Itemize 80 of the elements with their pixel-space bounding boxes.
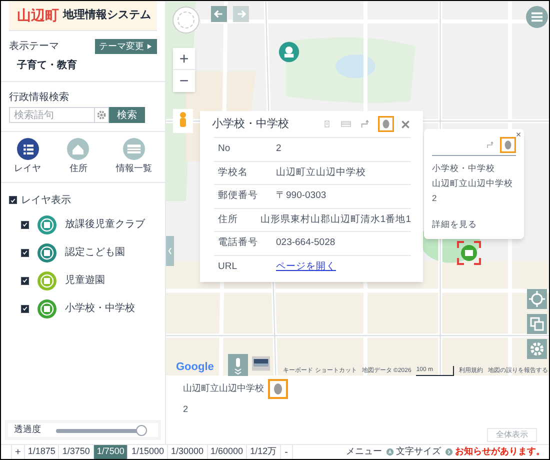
kindergarten-marker-icon <box>278 41 300 63</box>
field-value: 〒990-0303 <box>276 189 326 204</box>
footer-link[interactable]: メニュー <box>346 445 382 459</box>
scale-option[interactable]: 1/15000 <box>128 445 168 459</box>
field-label: 学校名 <box>217 166 249 180</box>
field-value: 023-664-5028 <box>276 236 336 250</box>
checkbox[interactable] <box>21 276 29 284</box>
checkbox[interactable] <box>21 304 29 312</box>
pin-icon[interactable] <box>378 116 394 132</box>
search-field[interactable]: 検索語句 <box>9 107 95 123</box>
selected-school-marker-icon[interactable] <box>457 241 481 265</box>
tooltip-number: 2 <box>432 192 438 204</box>
field-label: 郵便番号 <box>217 189 259 204</box>
street-view-toggle-icon[interactable] <box>228 354 248 376</box>
scale-option[interactable]: 1/60000 <box>208 445 248 459</box>
zoom-in-button[interactable]: + <box>11 445 25 459</box>
settings-icon[interactable] <box>527 339 547 359</box>
pin-icon[interactable] <box>500 137 516 153</box>
layer-label: 放課後児童クラブ <box>65 218 145 232</box>
scale-option[interactable]: 1/7500 <box>94 445 128 459</box>
footer-link[interactable]: お知らせがあります。 <box>445 445 545 459</box>
theme-label: 表示テーマ <box>9 40 60 54</box>
field-label: URL <box>217 260 238 274</box>
layer-label: 小学校・中学校 <box>65 302 135 316</box>
pin-icon[interactable] <box>268 379 288 399</box>
document-icon[interactable] <box>322 119 332 129</box>
checkbox[interactable] <box>9 196 17 204</box>
checkbox[interactable] <box>21 248 29 256</box>
scale-option[interactable]: 1/12万 <box>247 445 281 459</box>
field-label: 電話番号 <box>217 236 259 250</box>
route-icon[interactable] <box>486 140 496 150</box>
town-name: 山辺町 <box>17 6 59 25</box>
zoom-in-button[interactable]: + <box>173 48 195 70</box>
field-label: No <box>217 142 232 156</box>
field-label: 住所 <box>217 212 239 227</box>
tooltip-name: 山辺町立山辺中学校 <box>432 176 514 190</box>
scale-option[interactable]: 1/30000 <box>168 445 208 459</box>
list-icon <box>122 138 145 160</box>
google-logo: Google <box>176 360 214 375</box>
compass-control[interactable] <box>172 6 200 34</box>
theme-value: 子育て・教育 <box>16 58 77 73</box>
zoom-out-button[interactable]: − <box>173 70 195 92</box>
layer-label: 認定こども園 <box>65 246 125 260</box>
locate-icon[interactable] <box>527 289 547 309</box>
nav-tab[interactable]: レイヤ <box>14 138 42 176</box>
checkbox[interactable] <box>21 220 29 228</box>
font-size-icon <box>386 448 394 456</box>
layer-section-label: レイヤ表示 <box>21 194 71 208</box>
street-view-person-icon[interactable] <box>173 109 193 133</box>
search-label: 行政情報検索 <box>9 90 70 105</box>
collapse-sidebar-icon[interactable] <box>166 236 174 266</box>
search-button[interactable]: 検索 <box>109 107 145 123</box>
nav-tab[interactable]: 情報一覧 <box>116 138 152 176</box>
page-link[interactable]: ページを開く <box>276 260 336 274</box>
list-icon[interactable] <box>338 119 354 129</box>
close-icon[interactable] <box>515 131 522 138</box>
theme-change-button[interactable]: テーマ変更 <box>95 39 157 54</box>
nav-tab[interactable]: 住所 <box>67 138 90 176</box>
field-value: 山辺町立山辺中学校 <box>276 166 366 180</box>
app-title: 地理情報システム <box>63 8 151 24</box>
transparency-label: 透過度 <box>14 423 41 436</box>
field-value: 山形県東村山郡山辺町清水1番地1 <box>260 212 411 227</box>
field-value: 2 <box>276 142 282 156</box>
satellite-thumbnail-icon[interactable] <box>252 356 270 371</box>
close-icon[interactable] <box>400 118 411 130</box>
menu-icon[interactable] <box>526 6 548 28</box>
play-icon <box>146 43 153 50</box>
chevron-icon <box>445 448 453 456</box>
scale-option[interactable]: 1/1875 <box>24 445 60 459</box>
result-number: 2 <box>183 403 190 416</box>
layers-copy-icon[interactable] <box>527 314 547 334</box>
result-name: 山辺町立山辺中学校 <box>183 382 264 396</box>
zoom-out-button[interactable]: - <box>280 445 293 459</box>
footer-link[interactable]: 文字サイズ <box>386 445 441 459</box>
home-icon <box>67 138 90 160</box>
layer-label: 児童遊園 <box>65 274 105 288</box>
settings-icon[interactable] <box>95 107 109 123</box>
tooltip-title: 小学校・中学校 <box>432 162 496 175</box>
popup-title: 小学校・中学校 <box>212 116 290 132</box>
layers-icon <box>16 138 39 160</box>
